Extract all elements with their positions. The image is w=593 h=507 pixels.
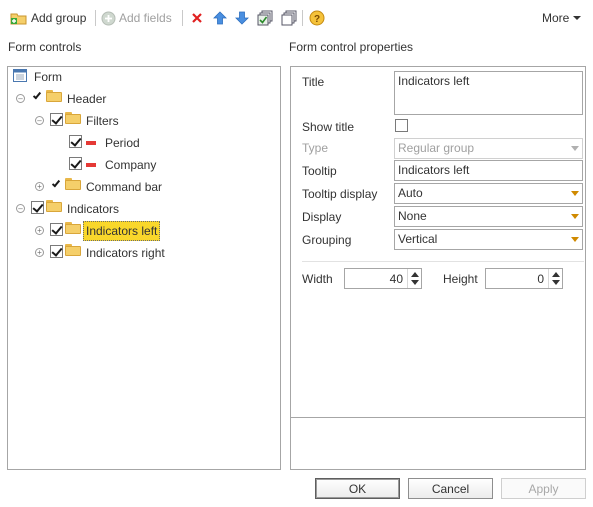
grouping-label: Grouping <box>302 233 352 247</box>
toolbar-separator <box>182 10 183 26</box>
move-down-icon[interactable] <box>234 10 250 26</box>
ok-button[interactable]: OK <box>315 478 400 499</box>
display-select[interactable]: None <box>394 206 583 227</box>
chevron-down-icon[interactable] <box>568 207 582 226</box>
height-value: 0 <box>537 272 544 286</box>
field-icon <box>86 141 96 145</box>
title-label: Title <box>302 75 325 89</box>
type-label: Type <box>302 141 329 155</box>
folder-icon <box>65 178 81 190</box>
indicators-left-checkbox[interactable] <box>50 223 63 236</box>
more-menu-button[interactable]: More <box>542 8 582 28</box>
grouping-select[interactable]: Vertical <box>394 229 583 250</box>
apply-button[interactable]: Apply <box>501 478 586 499</box>
cancel-button[interactable]: Cancel <box>408 478 493 499</box>
width-stepper[interactable]: 40 <box>344 268 422 289</box>
indicators-checkbox[interactable] <box>31 201 44 214</box>
tree-label-command-bar: Command bar <box>86 180 163 194</box>
tree-label-header: Header <box>67 92 107 106</box>
company-checkbox[interactable] <box>69 157 82 170</box>
collapse-icon[interactable]: – <box>16 204 25 213</box>
field-icon <box>86 163 96 167</box>
properties-title: Form control properties <box>289 40 414 54</box>
add-fields-button[interactable]: Add fields <box>101 8 172 28</box>
tree-label-indicators-left: Indicators left <box>83 221 161 241</box>
add-group-label: Add group <box>31 11 87 25</box>
add-group-button[interactable]: Add group <box>10 8 86 28</box>
grouping-value: Vertical <box>398 232 438 246</box>
chevron-down-icon <box>568 139 582 158</box>
folder-icon <box>65 112 81 124</box>
arrow-down-icon[interactable] <box>411 280 419 285</box>
show-title-checkbox[interactable] <box>395 119 408 132</box>
form-icon <box>13 69 27 82</box>
folder-icon <box>65 244 81 256</box>
expand-icon[interactable]: + <box>35 182 44 191</box>
height-stepper[interactable]: 0 <box>485 268 563 289</box>
tree-label-indicators-right: Indicators right <box>86 246 165 260</box>
svg-text:?: ? <box>314 14 320 25</box>
toolbar-separator <box>95 10 96 26</box>
type-select: Regular group <box>394 138 583 159</box>
form-controls-tree[interactable] <box>7 66 281 470</box>
filters-checkbox[interactable] <box>50 113 63 126</box>
title-textarea[interactable]: Indicators left <box>394 71 583 115</box>
period-checkbox[interactable] <box>69 135 82 148</box>
arrow-up-icon[interactable] <box>411 272 419 277</box>
chevron-down-icon[interactable] <box>568 184 582 203</box>
width-label: Width <box>302 272 333 286</box>
expand-icon[interactable]: + <box>35 226 44 235</box>
panel-divider <box>291 417 585 418</box>
form-controls-title: Form controls <box>8 40 82 54</box>
folder-icon <box>46 90 62 102</box>
arrow-up-icon[interactable] <box>552 272 560 277</box>
tree-label-filters: Filters <box>86 114 119 128</box>
add-fields-icon <box>101 11 116 26</box>
width-value: 40 <box>389 272 403 286</box>
more-label: More <box>542 11 570 25</box>
height-label: Height <box>443 272 478 286</box>
toolbar-separator <box>302 10 303 26</box>
chevron-down-icon <box>573 16 582 20</box>
section-divider <box>302 261 584 262</box>
arrow-down-icon[interactable] <box>552 280 560 285</box>
tooltip-input[interactable]: Indicators left <box>394 160 583 181</box>
type-value: Regular group <box>398 141 475 155</box>
chevron-down-icon[interactable] <box>568 230 582 249</box>
move-up-icon[interactable] <box>212 10 228 26</box>
help-icon[interactable]: ? <box>309 10 325 26</box>
indicators-right-checkbox[interactable] <box>50 245 63 258</box>
tree-label-form: Form <box>34 70 62 84</box>
folder-icon <box>46 200 62 212</box>
display-label: Display <box>302 210 342 224</box>
tree-label-company: Company <box>105 158 157 172</box>
folder-icon <box>65 222 81 234</box>
tree-label-period: Period <box>105 136 140 150</box>
collapse-icon[interactable]: – <box>35 116 44 125</box>
add-fields-label: Add fields <box>119 11 172 25</box>
stepper-arrows[interactable] <box>407 269 421 288</box>
display-value: None <box>398 209 427 223</box>
delete-icon[interactable] <box>189 10 205 26</box>
tooltip-display-label: Tooltip display <box>302 187 378 201</box>
copy-icon[interactable] <box>281 10 297 26</box>
select-all-icon[interactable] <box>257 10 273 26</box>
expand-icon[interactable]: + <box>35 248 44 257</box>
show-title-label: Show title <box>302 120 355 134</box>
tree-label-indicators: Indicators <box>67 202 120 216</box>
stepper-arrows[interactable] <box>548 269 562 288</box>
tooltip-label: Tooltip <box>302 164 337 178</box>
tooltip-display-value: Auto <box>398 186 423 200</box>
collapse-icon[interactable]: – <box>16 94 25 103</box>
tooltip-display-select[interactable]: Auto <box>394 183 583 204</box>
add-group-icon <box>10 10 28 26</box>
